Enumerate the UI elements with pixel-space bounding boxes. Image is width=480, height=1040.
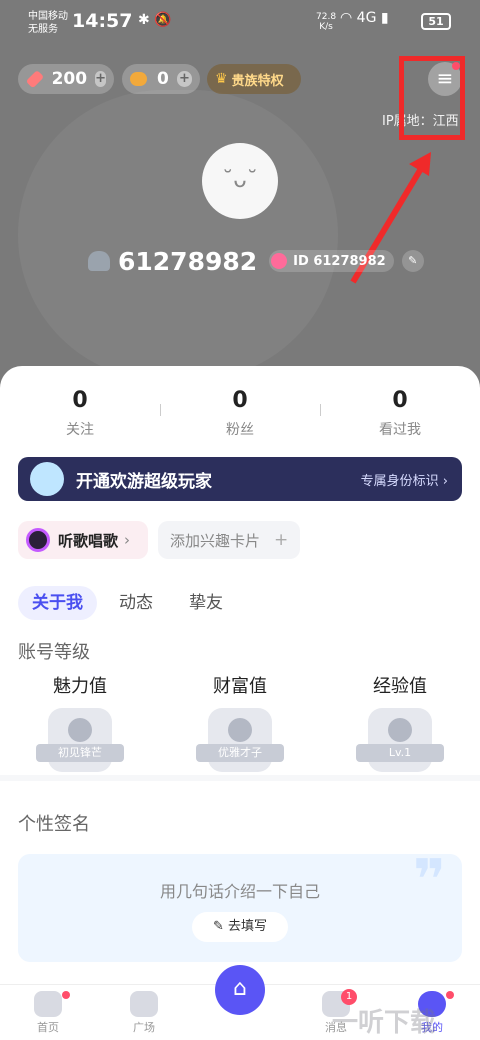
bean-icon xyxy=(130,72,148,86)
face-icon: ˘ᴗ˘ xyxy=(222,168,258,193)
username: 61278982 xyxy=(118,246,258,276)
charm-level[interactable]: 魅力值 初见锋芒 xyxy=(0,672,160,772)
notification-dot xyxy=(62,991,70,999)
wealth-level[interactable]: 财富值 优雅才子 xyxy=(160,672,320,772)
notification-dot xyxy=(446,991,454,999)
stat-fans[interactable]: 0 粉丝 xyxy=(160,388,320,439)
clock: 14:57 xyxy=(72,10,133,32)
pen-icon: ✎ xyxy=(212,919,228,934)
shield-badge-icon: 优雅才子 xyxy=(196,708,284,772)
home-button[interactable]: ⌂ xyxy=(215,965,265,1015)
divider xyxy=(160,404,161,416)
bean-balance[interactable]: 0 + xyxy=(122,64,200,94)
gem-balance[interactable]: 200 + xyxy=(18,64,114,94)
carrier-info: 中国移动 无服务 xyxy=(28,10,68,36)
gamepad-icon xyxy=(34,991,62,1017)
profile-name-row: 61278982 ID 61278982 ✎ xyxy=(88,244,424,278)
super-player-banner[interactable]: 开通欢游超级玩家 专属身份标识 › xyxy=(18,457,462,501)
carrier-status: 无服务 xyxy=(28,24,58,35)
gem-icon xyxy=(25,69,44,89)
signal-icons: ◠ 4G ▮ xyxy=(340,10,389,26)
crown-icon: ♛ xyxy=(215,71,228,87)
highlight-box xyxy=(399,56,465,140)
edit-icon[interactable]: ✎ xyxy=(401,250,424,272)
user-id-tag[interactable]: ID 61278982 xyxy=(269,250,394,272)
experience-level[interactable]: 经验值 Lv.1 xyxy=(320,672,480,772)
battery-indicator: 51 xyxy=(421,13,451,30)
plus-icon: + xyxy=(274,530,289,550)
profile-sheet: 0 关注 0 粉丝 0 看过我 开通欢游超级玩家 专属身份标识 › 听歌唱歌 ›… xyxy=(0,366,480,1040)
wifi-icon: ◠ xyxy=(340,10,353,26)
account-level-title: 账号等级 xyxy=(18,642,90,663)
chevron-right-icon: › xyxy=(124,531,131,549)
profile-tabs: 关于我 动态 挚友 xyxy=(18,586,245,620)
tab-close-friends[interactable]: 挚友 xyxy=(175,586,237,620)
status-icons: ✱ 🔕 xyxy=(138,12,172,28)
signature-card[interactable]: ❞ 用几句话介绍一下自己 ✎ 去填写 xyxy=(18,848,462,962)
mascot-icon xyxy=(30,462,64,496)
watermark: 一听下载 xyxy=(332,1008,437,1038)
plus-icon[interactable]: + xyxy=(95,71,106,87)
mute-icon: 🔕 xyxy=(154,12,172,28)
level-badges: 魅力值 初见锋芒 财富值 优雅才子 经验值 Lv.1 xyxy=(0,672,480,772)
status-bar: 中国移动 无服务 14:57 ✱ 🔕 72.8 K/s ◠ 4G ▮ 51 xyxy=(0,0,480,46)
tab-about-me[interactable]: 关于我 xyxy=(18,586,97,620)
stat-visitors[interactable]: 0 看过我 xyxy=(320,388,480,439)
vip-privilege-button[interactable]: ♛ 贵族特权 xyxy=(207,64,301,94)
signal-icon: ▮ xyxy=(380,10,389,26)
plus-icon[interactable]: + xyxy=(176,71,192,87)
avatar[interactable]: ˘ᴗ˘ xyxy=(202,143,278,219)
bluetooth-icon: ✱ xyxy=(138,12,150,28)
add-interest-card-button[interactable]: 添加兴趣卡片 + xyxy=(158,521,300,559)
section-divider xyxy=(0,775,480,781)
helmet-icon xyxy=(88,251,110,271)
background-mascot xyxy=(18,90,338,380)
carrier-name: 中国移动 xyxy=(28,11,68,22)
network-speed: 72.8 K/s xyxy=(316,12,337,32)
network-type: 4G xyxy=(356,10,377,26)
home-icon: ⌂ xyxy=(233,976,247,1001)
fill-signature-button[interactable]: ✎ 去填写 xyxy=(192,912,288,942)
stat-following[interactable]: 0 关注 xyxy=(0,388,160,439)
star-badge-icon: Lv.1 xyxy=(356,708,444,772)
signature-hint: 用几句话介绍一下自己 xyxy=(159,882,320,901)
divider xyxy=(320,404,321,416)
interest-tag-music[interactable]: 听歌唱歌 › xyxy=(18,521,148,559)
stats-row: 0 关注 0 粉丝 0 看过我 xyxy=(0,388,480,439)
planet-icon xyxy=(130,991,158,1017)
nav-square[interactable]: 广场 xyxy=(114,991,174,1035)
tab-moments[interactable]: 动态 xyxy=(105,586,167,620)
leaf-badge-icon: 初见锋芒 xyxy=(36,708,124,772)
id-icon xyxy=(271,253,288,269)
signature-title: 个性签名 xyxy=(18,814,90,835)
music-disc-icon xyxy=(26,528,50,552)
